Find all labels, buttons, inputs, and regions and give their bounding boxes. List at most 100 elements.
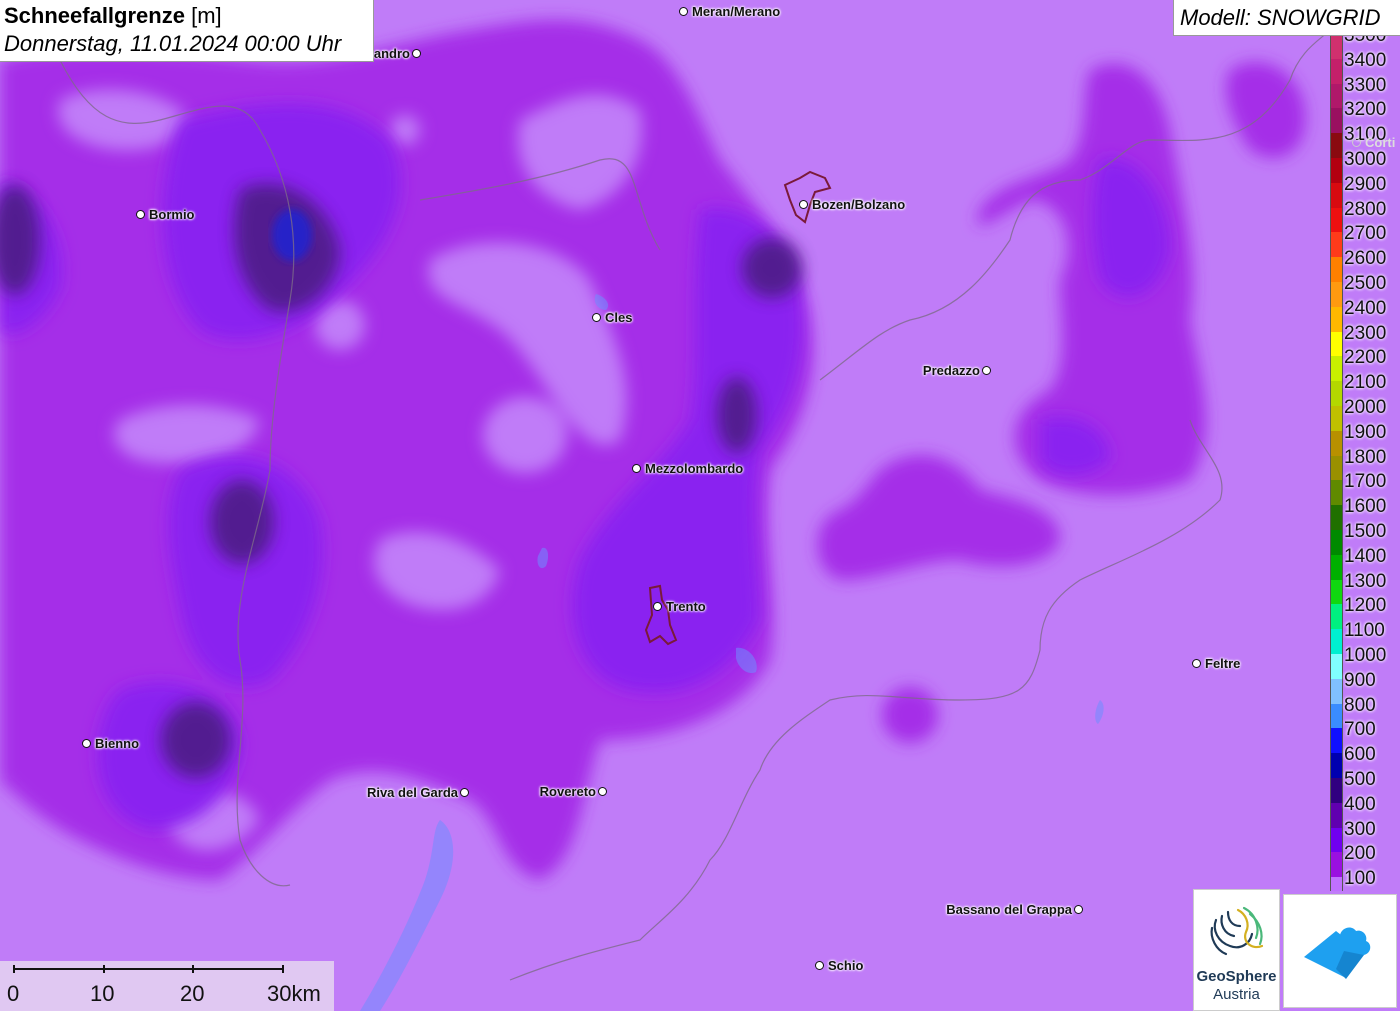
city-label-rovereto[interactable]: Rovereto <box>540 784 596 799</box>
legend-swatch-2000 <box>1330 406 1343 431</box>
legend-label-3400: 3400 <box>1344 49 1387 71</box>
map-viewer[interactable]: Schneefallgrenze [m] Donnerstag, 11.01.2… <box>0 0 1400 1011</box>
legend-swatch-400 <box>1330 802 1343 828</box>
legend-swatch-2800 <box>1330 207 1343 233</box>
legend-swatch-3200 <box>1330 108 1343 134</box>
city-label-riva-del-garda[interactable]: Riva del Garda <box>367 785 458 800</box>
city-marker-riva-del-garda[interactable] <box>460 788 469 797</box>
legend-label-600: 600 <box>1344 744 1376 766</box>
legend-swatch-3000 <box>1330 158 1343 183</box>
legend-label-700: 700 <box>1344 719 1376 741</box>
scale-label-20: 20 <box>180 981 205 1006</box>
legend-swatch-600 <box>1330 753 1343 778</box>
legend-swatch-1900 <box>1330 430 1343 456</box>
city-marker-rovereto[interactable] <box>598 787 607 796</box>
band-700 <box>272 209 312 261</box>
legend-label-2500: 2500 <box>1344 273 1387 294</box>
legend-label-1800: 1800 <box>1344 446 1387 468</box>
model-label: Modell: SNOWGRID <box>1173 0 1400 36</box>
city-label-schio[interactable]: Schio <box>828 958 863 973</box>
city-label-bozen-bolzano[interactable]: Bozen/Bolzano <box>812 197 905 212</box>
city-label-mezzolombardo[interactable]: Mezzolombardo <box>645 461 743 476</box>
legend-label-2200: 2200 <box>1344 347 1387 369</box>
city-marker-trento[interactable] <box>653 602 662 611</box>
legend-swatch-2300 <box>1330 331 1343 357</box>
legend-swatch-1500 <box>1330 530 1343 555</box>
snowfall-line-map[interactable] <box>0 0 1400 1011</box>
legend-label-3000: 3000 <box>1344 149 1387 170</box>
legend-swatch-2200 <box>1330 356 1343 382</box>
legend-label-3200: 3200 <box>1344 99 1387 121</box>
city-label-bormio[interactable]: Bormio <box>149 207 195 222</box>
city-marker-bienno[interactable] <box>82 739 91 748</box>
legend-label-200: 200 <box>1344 843 1376 865</box>
legend-label-1500: 1500 <box>1344 521 1387 542</box>
scale-bar: 0 10 20 30km <box>0 961 334 1011</box>
legend-label-2900: 2900 <box>1344 173 1387 195</box>
geosphere-austria-logo[interactable]: GeoSphere Austria <box>1193 889 1280 1011</box>
legend-swatch-3500 <box>1330 36 1343 59</box>
legend-label-500: 500 <box>1344 769 1376 790</box>
legend-label-1400: 1400 <box>1344 545 1387 567</box>
city-label-predazzo[interactable]: Predazzo <box>923 363 980 378</box>
city-marker-bormio[interactable] <box>136 210 145 219</box>
scale-label-30km: 30km <box>267 981 321 1006</box>
city-marker-feltre[interactable] <box>1192 659 1201 668</box>
city-label-bienno[interactable]: Bienno <box>95 736 139 751</box>
city-marker-bozen-bolzano[interactable] <box>799 200 808 209</box>
city-label-meran-merano[interactable]: Meran/Merano <box>692 4 780 19</box>
city-marker-mezzolombardo[interactable] <box>632 464 641 473</box>
legend-label-3500: 3500 <box>1344 36 1386 47</box>
legend-label-300: 300 <box>1344 818 1376 840</box>
weather-app-logo[interactable] <box>1283 894 1397 1008</box>
map-datetime: Donnerstag, 11.01.2024 00:00 Uhr <box>4 31 342 56</box>
map-title: Schneefallgrenze [m] <box>4 2 369 30</box>
legend-label-2300: 2300 <box>1344 322 1387 344</box>
legend-label-2700: 2700 <box>1344 223 1387 245</box>
legend-swatch-1400 <box>1330 554 1343 580</box>
city-marker-andro[interactable] <box>412 49 421 58</box>
legend-label-1700: 1700 <box>1344 471 1387 493</box>
legend-swatch-500 <box>1330 778 1343 803</box>
legend-swatch-2600 <box>1330 257 1343 282</box>
legend-label-400: 400 <box>1344 793 1376 815</box>
legend-swatch-900 <box>1330 678 1343 704</box>
city-marker-meran-merano[interactable] <box>679 7 688 16</box>
legend-swatch-300 <box>1330 827 1343 853</box>
title-unit: [m] <box>191 3 222 28</box>
legend-label-1000: 1000 <box>1344 645 1387 666</box>
legend-swatch-1100 <box>1330 629 1343 654</box>
geosphere-logo-text: GeoSphere <box>1196 968 1277 985</box>
legend-swatch-2500 <box>1330 282 1343 307</box>
city-label-corti[interactable]: Corti <box>1365 135 1395 150</box>
legend-swatch-2400 <box>1330 306 1343 332</box>
city-label-cles[interactable]: Cles <box>605 310 632 325</box>
legend-label-1600: 1600 <box>1344 496 1387 518</box>
legend-swatch-1000 <box>1330 654 1343 679</box>
legend-swatch-800 <box>1330 703 1343 729</box>
city-label-feltre[interactable]: Feltre <box>1205 656 1240 671</box>
scale-label-10: 10 <box>90 981 115 1006</box>
city-marker-cles[interactable] <box>592 313 601 322</box>
legend-label-100: 100 <box>1344 868 1376 890</box>
legend-label-1100: 1100 <box>1344 620 1385 642</box>
legend-label-2400: 2400 <box>1344 297 1387 319</box>
legend-label-1900: 1900 <box>1344 421 1387 443</box>
city-label-andro[interactable]: andro <box>374 46 410 61</box>
city-label-bassano-del-grappa[interactable]: Bassano del Grappa <box>946 902 1072 917</box>
legend-swatch-200 <box>1330 852 1343 878</box>
city-marker-predazzo[interactable] <box>982 366 991 375</box>
legend-swatch-1300 <box>1330 579 1343 605</box>
city-marker-corti[interactable] <box>1352 138 1361 147</box>
legend-swatch-1800 <box>1330 455 1343 481</box>
legend-swatch-2900 <box>1330 182 1343 208</box>
legend-swatch-700 <box>1330 728 1343 754</box>
city-marker-schio[interactable] <box>815 961 824 970</box>
legend-swatch-1600 <box>1330 505 1343 530</box>
city-label-trento[interactable]: Trento <box>666 599 706 614</box>
legend-label-800: 800 <box>1344 694 1376 716</box>
city-marker-bassano-del-grappa[interactable] <box>1074 905 1083 914</box>
legend-swatch-1200 <box>1330 604 1343 630</box>
legend-swatch-100 <box>1330 877 1343 891</box>
title-main: Schneefallgrenze <box>4 3 185 28</box>
